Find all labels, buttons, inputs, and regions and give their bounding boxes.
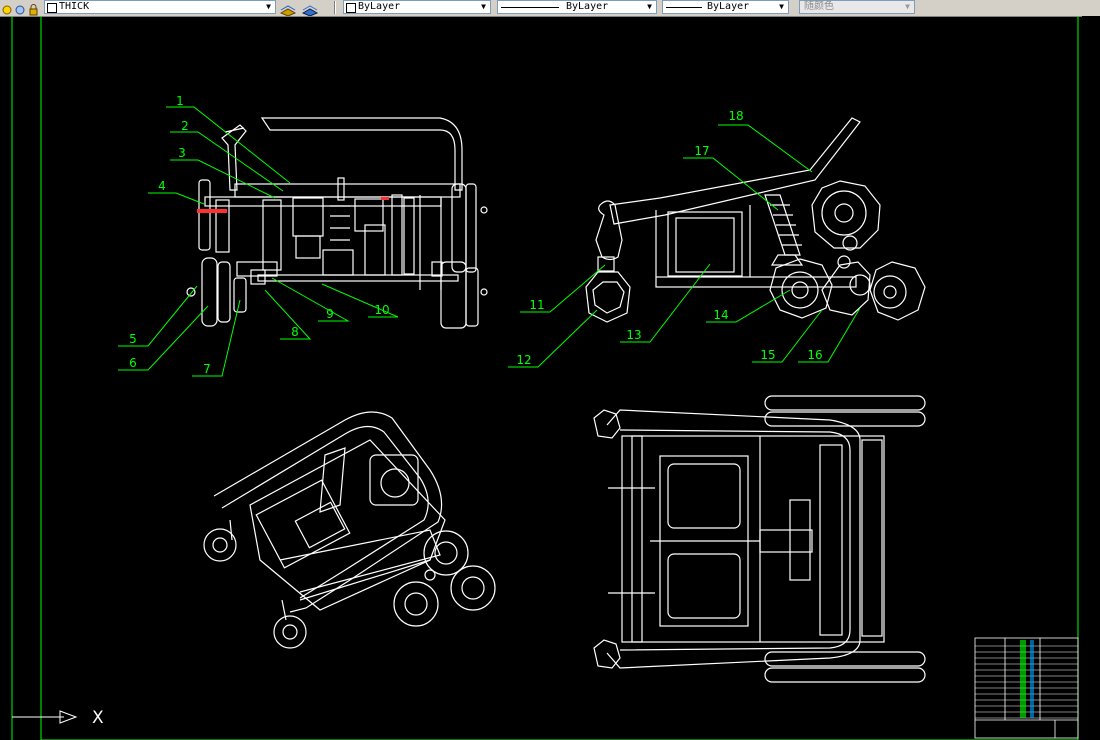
side-view [585,117,926,323]
color-dropdown[interactable]: ByLayer ▼ [343,0,491,14]
make-layer-current-icon[interactable] [279,1,297,17]
color-swatch [346,3,356,13]
freeze-icon[interactable] [14,1,26,15]
title-block-column [1030,640,1034,718]
balloon-3: 3 [178,146,186,160]
drawing-canvas[interactable]: 123456 789 10 1112131415 161718 X [0,16,1100,740]
balloon-12: 12 [516,353,531,367]
vertical-scrollbar[interactable] [1082,16,1100,740]
balloon-13: 13 [626,328,641,342]
balloon-15: 15 [760,348,775,362]
balloon-1: 1 [176,94,184,108]
layer-previous-icon[interactable] [301,1,319,17]
chevron-down-icon[interactable]: ▼ [478,2,489,12]
drawing-border [11,16,1079,740]
balloon-2: 2 [181,119,189,133]
isometric-view [203,411,496,649]
plotstyle-value: 随颜色 [804,1,834,12]
front-view [186,117,488,329]
chevron-down-icon[interactable]: ▼ [902,2,913,12]
balloon-9: 9 [326,307,334,321]
linetype-value: ByLayer [566,1,609,12]
balloon-18: 18 [728,109,743,123]
balloon-5: 5 [129,332,137,346]
linetype-dropdown[interactable]: ByLayer ▼ [497,0,657,14]
layer-state-icon[interactable] [1,1,13,15]
balloon-10: 10 [374,303,389,317]
title-block-column [1020,640,1026,718]
layer-dropdown[interactable]: THICK ▼ [44,0,276,14]
balloon-8: 8 [291,325,299,339]
linetype-preview [501,7,559,8]
balloon-17: 17 [694,144,709,158]
chevron-down-icon[interactable]: ▼ [776,2,787,12]
lineweight-preview [666,7,702,8]
title-block-rows [975,640,1078,719]
properties-toolbar: THICK ▼ ByLayer ▼ ByLayer ▼ ByLayer ▼ 随颜… [0,0,1100,17]
ucs-icon [12,710,78,724]
toolbar-separator [334,1,336,14]
ucs-axis-label: X [92,708,104,728]
layer-color-swatch [47,3,57,13]
plan-view [593,395,926,683]
balloon-4: 4 [158,179,166,193]
balloon-16: 16 [807,348,822,362]
lock-icon[interactable] [27,1,39,16]
lineweight-value: ByLayer [707,1,750,12]
lineweight-dropdown[interactable]: ByLayer ▼ [662,0,789,14]
chevron-down-icon[interactable]: ▼ [263,2,274,12]
balloon-11: 11 [529,298,544,312]
color-value: ByLayer [358,1,401,12]
balloon-7: 7 [203,362,211,376]
balloon-14: 14 [713,308,728,322]
plotstyle-dropdown[interactable]: 随颜色 ▼ [799,0,915,14]
layer-name: THICK [59,1,90,12]
balloon-6: 6 [129,356,137,370]
chevron-down-icon[interactable]: ▼ [644,2,655,12]
